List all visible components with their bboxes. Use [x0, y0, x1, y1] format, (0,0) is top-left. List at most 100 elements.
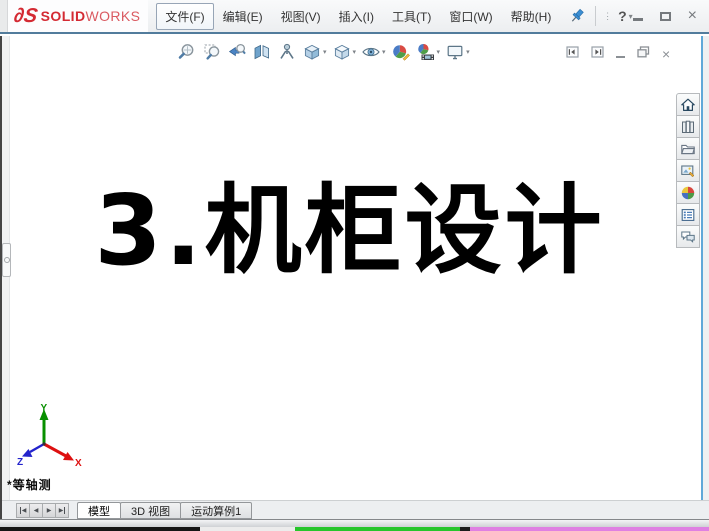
tab-scroll-buttons: ◀ ◀ ▶ ▶ — [17, 503, 69, 518]
dropdown-caret-icon[interactable]: ▾ — [437, 48, 441, 56]
menu-insert[interactable]: 插入(I) — [330, 3, 383, 30]
menu-tools[interactable]: 工具(T) — [383, 3, 440, 30]
books-icon — [680, 119, 696, 135]
dropdown-caret-icon[interactable]: ▾ — [382, 48, 386, 56]
pushpin-icon — [568, 7, 586, 25]
triad-x-label: X — [75, 458, 82, 469]
panel-splitter-handle[interactable] — [2, 243, 11, 277]
tab-3d-views[interactable]: 3D 视图 — [120, 502, 181, 519]
edit-appearance-button[interactable] — [390, 41, 412, 63]
solidworks-resources-button[interactable] — [676, 93, 700, 116]
dynamic-annotation-views-button[interactable] — [276, 41, 298, 63]
restore-document-icon — [637, 46, 650, 58]
titlebar: ∂S SOLIDWORKS 文件(F) 编辑(E) 视图(V) 插入(I) 工具… — [0, 0, 709, 34]
zoom-to-fit-button[interactable] — [176, 41, 198, 63]
previous-view-button[interactable] — [226, 41, 248, 63]
solidworks-logo: ∂S SOLIDWORKS — [8, 0, 148, 32]
display-style-icon — [332, 42, 352, 62]
hide-show-items-eye-icon — [361, 42, 381, 62]
status-strip — [0, 519, 709, 527]
maximize-window-button[interactable] — [660, 12, 671, 21]
view-palette-icon — [680, 163, 696, 179]
restore-document-button[interactable] — [637, 45, 650, 63]
tabs: 模型 3D 视图 运动算例1 — [78, 502, 252, 519]
view-orientation-icon — [302, 42, 322, 62]
collapse-left-pane-button[interactable] — [566, 45, 579, 63]
forum-chat-icon — [680, 229, 696, 245]
pin-menu-button[interactable] — [568, 7, 586, 25]
minimize-window-button[interactable] — [633, 18, 643, 21]
previous-view-icon — [227, 42, 247, 62]
sliver-segment — [470, 527, 709, 531]
design-library-button[interactable] — [676, 115, 700, 138]
sliver-segment — [0, 527, 200, 531]
minimize-document-button[interactable] — [616, 56, 625, 58]
tab-model[interactable]: 模型 — [77, 502, 121, 519]
menubar: 文件(F) 编辑(E) 视图(V) 插入(I) 工具(T) 窗口(W) 帮助(H… — [156, 3, 560, 30]
dropdown-caret-icon[interactable]: ▾ — [323, 48, 327, 56]
task-pane — [676, 94, 700, 248]
sliver-segment — [200, 527, 295, 531]
edit-appearance-icon — [391, 42, 411, 62]
appearances-sphere-icon — [680, 185, 696, 201]
first-tab-button[interactable]: ◀ — [16, 503, 30, 518]
previous-tab-button[interactable]: ◀ — [29, 503, 43, 518]
menu-help[interactable]: 帮助(H) — [502, 3, 561, 30]
triad-z-label: Z — [17, 457, 23, 468]
help-button[interactable]: ? — [618, 8, 627, 24]
solidworks-forum-button[interactable] — [676, 225, 700, 248]
next-tab-button[interactable]: ▶ — [42, 503, 56, 518]
dropdown-caret-icon[interactable]: ▾ — [353, 48, 357, 56]
sliver-segment — [295, 527, 460, 531]
file-explorer-button[interactable] — [676, 137, 700, 160]
menu-file[interactable]: 文件(F) — [156, 3, 213, 30]
ds-logo-icon: ∂S — [12, 5, 39, 28]
tab-motion-study-1[interactable]: 运动算例1 — [180, 502, 252, 519]
graphics-area[interactable]: ▾ ▾ ▾ — [0, 36, 709, 500]
sliver-segment — [460, 527, 470, 531]
view-palette-button[interactable] — [676, 159, 700, 182]
document-window-controls: × — [566, 45, 670, 63]
window-right-gutter — [703, 36, 709, 500]
view-settings-monitor-icon — [445, 42, 465, 62]
view-settings-button[interactable]: ▾ — [444, 41, 471, 63]
dropdown-caret-icon[interactable]: ▾ — [466, 48, 470, 56]
hide-show-items-button[interactable]: ▾ — [360, 41, 387, 63]
apply-scene-icon — [416, 42, 436, 62]
logo-text-solid: SOLID — [41, 8, 86, 24]
zoom-to-area-icon — [202, 42, 222, 62]
reference-triad: Y X Z — [16, 402, 84, 472]
custom-properties-button[interactable] — [676, 203, 700, 226]
appearances-scenes-button[interactable] — [676, 181, 700, 204]
section-view-button[interactable] — [251, 41, 273, 63]
collapse-left-pane-icon — [566, 46, 579, 58]
menu-edit[interactable]: 编辑(E) — [214, 3, 272, 30]
close-document-button[interactable]: × — [662, 49, 670, 59]
zoom-to-fit-icon — [177, 42, 197, 62]
titlebar-separator — [595, 6, 596, 26]
document-tabbar: ◀ ◀ ▶ ▶ 模型 3D 视图 运动算例1 — [0, 500, 709, 519]
window-left-border — [0, 36, 2, 519]
display-style-button[interactable]: ▾ — [331, 41, 358, 63]
window-controls: × — [633, 10, 697, 22]
menu-window[interactable]: 窗口(W) — [440, 3, 501, 30]
expand-right-pane-button[interactable] — [591, 45, 604, 63]
splitter-grip-icon — [4, 257, 10, 263]
folder-icon — [680, 141, 696, 157]
dynamic-annotation-views-icon — [277, 42, 297, 62]
menu-view[interactable]: 视图(V) — [272, 3, 330, 30]
titlebar-corner-notch — [0, 0, 8, 32]
section-view-icon — [252, 42, 272, 62]
view-orientation-label: *等轴测 — [7, 476, 52, 493]
close-window-button[interactable]: × — [688, 10, 697, 22]
last-tab-button[interactable]: ▶ — [55, 503, 69, 518]
bottom-edge-sliver — [0, 527, 709, 531]
home-icon — [680, 97, 696, 113]
triad-y-label: Y — [41, 403, 48, 414]
expand-right-pane-icon — [591, 46, 604, 58]
zoom-to-area-button[interactable] — [201, 41, 223, 63]
headsup-view-toolbar: ▾ ▾ ▾ — [176, 41, 471, 63]
toolbar-grip-icon: ⋮ — [603, 11, 612, 22]
apply-scene-button[interactable]: ▾ — [415, 41, 442, 63]
view-orientation-button[interactable]: ▾ — [301, 41, 328, 63]
